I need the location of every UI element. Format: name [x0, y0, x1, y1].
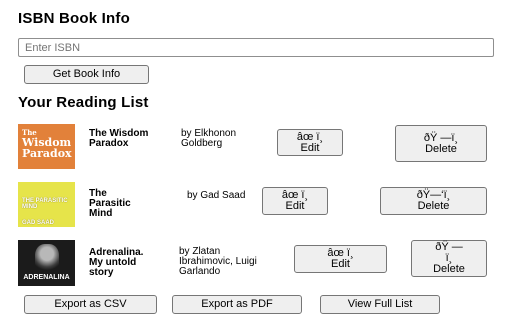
reading-list-heading: Your Reading List — [18, 94, 149, 111]
delete-button[interactable]: ðŸ —ï¸ Delete — [411, 240, 487, 277]
isbn-input[interactable] — [18, 38, 494, 57]
book-cover-parasitic-mind: THE PARASITIC MIND GAD SAAD — [18, 182, 75, 227]
edit-button[interactable]: âœ ï¸ Edit — [294, 245, 387, 273]
edit-label: Edit — [300, 141, 320, 154]
book-title: The Parasitic Mind — [89, 188, 131, 219]
edit-button[interactable]: âœ ï¸ Edit — [262, 187, 328, 215]
book-title: Adrenalina. My untold story — [89, 247, 144, 278]
delete-button[interactable]: ðŸ—‘ï¸ Delete — [380, 187, 487, 215]
delete-button[interactable]: ðŸ —ï¸ Delete — [395, 125, 487, 162]
book-cover-wisdom-paradox: The Wisdom Paradox — [18, 124, 75, 169]
export-pdf-button[interactable]: Export as PDF — [172, 295, 302, 314]
book-author: by Gad Saad — [187, 190, 246, 201]
cover-text: THE PARASITIC MIND — [22, 198, 68, 210]
book-author: by Elkhonon Goldberg — [181, 128, 237, 149]
book-title: The Wisdom Paradox — [89, 128, 149, 149]
trash-icon: ðŸ —ï¸ — [423, 131, 459, 144]
delete-label: Delete — [417, 200, 450, 212]
edit-label: Edit — [331, 258, 350, 270]
book-author: by Zlatan Ibrahimovic, Luigi Garlando — [179, 246, 257, 277]
pencil-icon: âœ ï¸ — [296, 130, 324, 143]
trash-icon: ðŸ —ï¸ — [435, 241, 463, 264]
page-title: ISBN Book Info — [18, 10, 130, 27]
cover-text: ADRENALINA — [23, 274, 70, 281]
delete-label: Delete — [433, 263, 465, 275]
cover-text: Paradox — [22, 147, 72, 160]
edit-label: Edit — [285, 200, 305, 212]
export-csv-button[interactable]: Export as CSV — [24, 295, 157, 314]
book-cover-adrenalina: ADRENALINA — [18, 240, 75, 286]
portrait-image — [34, 244, 59, 272]
get-book-info-button[interactable]: Get Book Info — [24, 65, 149, 84]
edit-button[interactable]: âœ ï¸ Edit — [277, 129, 343, 156]
cover-text: GAD SAAD — [22, 220, 55, 226]
view-full-list-button[interactable]: View Full List — [320, 295, 440, 314]
delete-label: Delete — [425, 142, 457, 155]
